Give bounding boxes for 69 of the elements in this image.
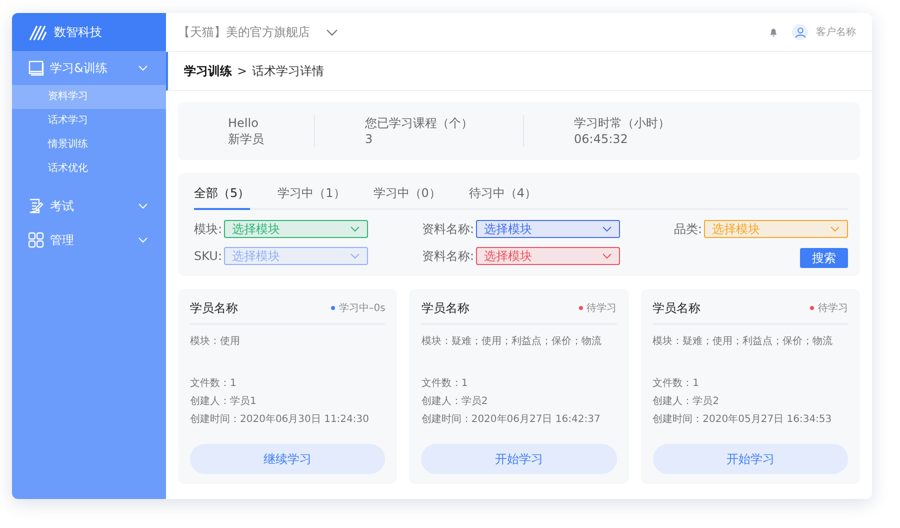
module-text: 模块：疑难；使用；利益点；保价；物流 (421, 334, 602, 349)
sidebar-group[interactable]: 学习&训练 (12, 51, 166, 85)
bell-icon[interactable] (769, 28, 778, 36)
select-field[interactable]: 选择模块 (704, 220, 848, 238)
search-button[interactable]: 搜索 (800, 248, 848, 268)
creator-text: 创建人：学员1 (190, 394, 258, 409)
tab[interactable]: 全部（5） (194, 183, 250, 210)
stat-label: 学习时常（小时） (574, 115, 670, 131)
module-text: 模块：使用 (190, 334, 241, 349)
stat-value: 新学员 (228, 131, 264, 147)
filter-label: 资料名称: (422, 220, 474, 238)
student-name: 学员名称 (652, 300, 702, 316)
filter-label: 资料名称: (422, 248, 474, 264)
status-text: 学习中–0s (338, 302, 386, 315)
file-count: 文件数：1 (190, 376, 238, 391)
filter-label: 品类: (674, 220, 702, 238)
chevron-down-icon (350, 226, 360, 232)
created-time: 创建时间：2020年05月27日 16:34:53 (652, 412, 833, 427)
sidebar-item[interactable]: 资料学习 (12, 85, 166, 109)
chevron-down-icon[interactable] (326, 28, 338, 36)
user-name[interactable]: 客户名称 (816, 25, 856, 39)
chevron-down-icon (138, 237, 148, 243)
study-button[interactable]: 开始学习 (652, 444, 848, 474)
sidebar-item[interactable]: 话术优化 (12, 157, 166, 181)
chevron-down-icon (350, 253, 360, 259)
breadcrumb-link[interactable]: 学习训练 (184, 62, 232, 80)
select-field[interactable]: 选择模块 (476, 247, 620, 265)
chevron-down-icon (830, 226, 840, 232)
filter-label: 模块: (194, 220, 222, 238)
chevron-down-icon (602, 226, 612, 232)
grid-icon (28, 232, 44, 248)
sidebar-item[interactable]: 话术学习 (12, 109, 166, 133)
breadcrumb-current: 话术学习详情 (252, 62, 324, 80)
file-count: 文件数：1 (421, 376, 469, 391)
student-name: 学员名称 (190, 300, 239, 316)
tab[interactable]: 学习中（1） (278, 183, 346, 210)
tab[interactable]: 待习中（4） (468, 183, 537, 210)
file-count: 文件数：1 (652, 376, 700, 391)
book-icon (28, 60, 44, 76)
chevron-down-icon (138, 203, 148, 209)
study-button[interactable]: 继续学习 (190, 444, 386, 474)
stat-value: 06:45:32 (574, 131, 629, 147)
select-field[interactable]: 选择模块 (224, 247, 368, 265)
sidebar-item[interactable]: 情景训练 (12, 133, 166, 157)
filter-label: SKU: (194, 249, 222, 263)
module-text: 模块：疑难；使用；利益点；保价；物流 (652, 334, 834, 349)
status-text: 待学习 (818, 302, 848, 315)
creator-text: 创建人：学员2 (421, 394, 489, 409)
status-text: 待学习 (586, 302, 617, 315)
chevron-down-icon (138, 65, 148, 71)
sidebar-group[interactable]: 管理 (12, 223, 166, 257)
logo-name: 数智科技 (54, 24, 102, 40)
stat-value: 3 (365, 131, 374, 147)
sidebar-group[interactable]: 考试 (12, 189, 166, 223)
chevron-down-icon (602, 253, 612, 259)
note-pen-icon (28, 198, 44, 214)
store-selector[interactable]: 【天猫】美的官方旗舰店 (178, 24, 310, 40)
select-field[interactable]: 选择模块 (476, 220, 620, 238)
student-name: 学员名称 (421, 300, 470, 316)
tab[interactable]: 学习中（0） (373, 183, 441, 210)
stat-label: 您已学习课程（个） (365, 115, 473, 131)
avatar[interactable] (792, 24, 808, 40)
study-button[interactable]: 开始学习 (421, 444, 617, 474)
created-time: 创建时间：2020年06月27日 16:42:37 (421, 412, 602, 427)
stat-label: Hello (228, 115, 260, 131)
breadcrumb-separator: > (237, 64, 248, 78)
creator-text: 创建人：学员2 (652, 394, 720, 409)
select-field[interactable]: 选择模块 (224, 220, 368, 238)
created-time: 创建时间：2020年06月30日 11:24:30 (190, 412, 370, 427)
